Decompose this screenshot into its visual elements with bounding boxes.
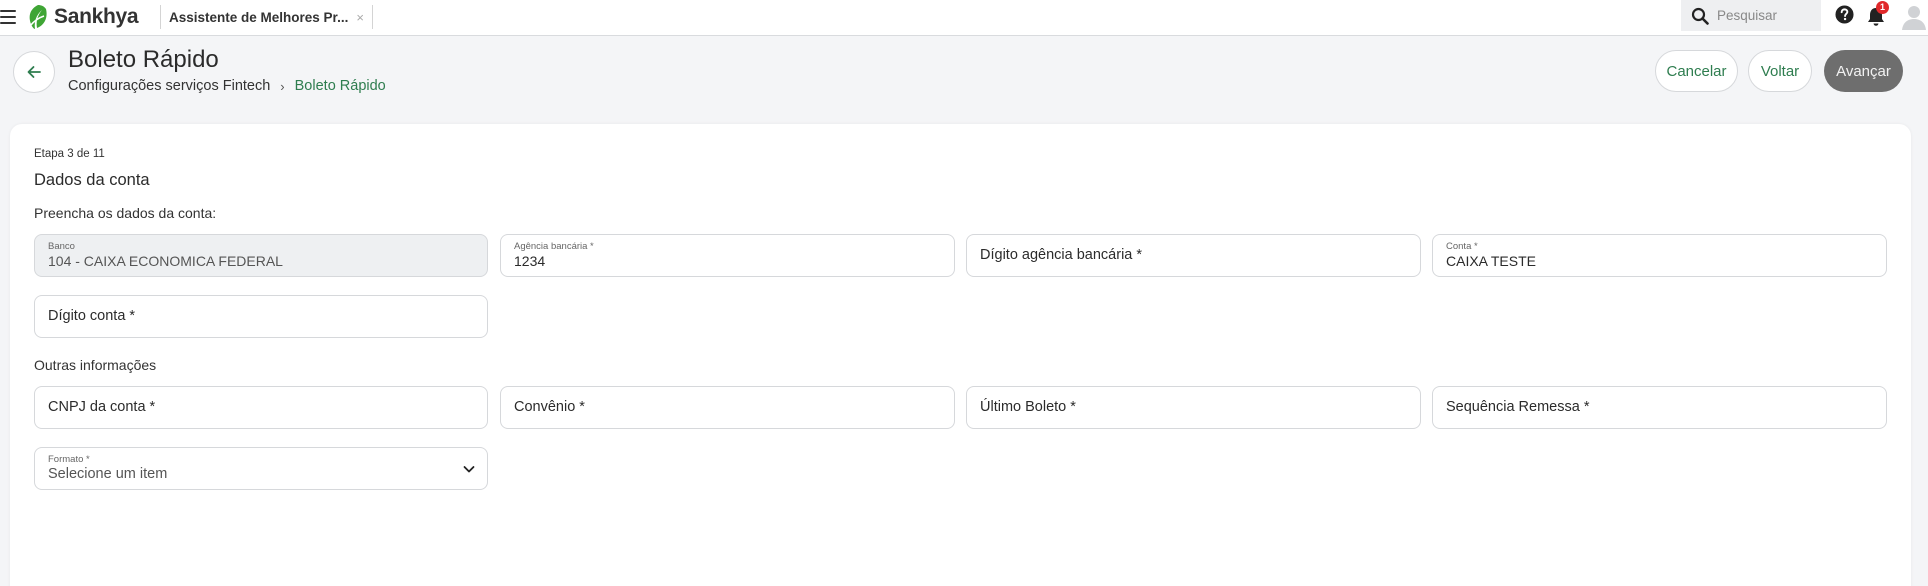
close-icon[interactable]: ×: [356, 10, 364, 25]
app-tab-label: Assistente de Melhores Pr...: [169, 9, 349, 25]
last-boleto-field[interactable]: Último Boleto *: [966, 386, 1421, 429]
search-input[interactable]: [1717, 8, 1807, 23]
sankhya-leaf-icon: [29, 5, 47, 29]
agency-digit-field[interactable]: Dígito agência bancária *: [966, 234, 1421, 277]
tab-divider: [372, 5, 373, 29]
chevron-right-icon: ›: [280, 78, 285, 94]
search-box[interactable]: [1681, 0, 1821, 31]
cnpj-field[interactable]: CNPJ da conta *: [34, 386, 488, 429]
top-bar: Sankhya Assistente de Melhores Pr... × 1: [0, 0, 1928, 36]
back-arrow-button[interactable]: [13, 51, 55, 93]
avatar[interactable]: [1900, 2, 1928, 30]
agency-digit-placeholder: Dígito agência bancária *: [980, 247, 1143, 263]
account-value[interactable]: CAIXA TESTE: [1446, 253, 1536, 269]
menu-icon[interactable]: [0, 9, 16, 25]
bank-label: Banco: [48, 241, 75, 252]
convenio-placeholder: Convênio *: [514, 399, 585, 415]
form-card: [10, 124, 1911, 586]
cnpj-placeholder: CNPJ da conta *: [48, 399, 156, 415]
cancel-button[interactable]: Cancelar: [1655, 50, 1738, 92]
format-value: Selecione um item: [48, 466, 168, 482]
notification-badge: 1: [1876, 1, 1889, 14]
breadcrumb-item-current[interactable]: Boleto Rápido: [295, 78, 386, 94]
page-title: Boleto Rápido: [68, 46, 219, 73]
account-digit-placeholder: Dígito conta *: [48, 308, 136, 324]
sankhya-logo[interactable]: Sankhya: [26, 2, 139, 32]
logo-text: Sankhya: [54, 5, 139, 28]
step-indicator: Etapa 3 de 11: [34, 148, 105, 160]
other-info-heading: Outras informações: [34, 357, 157, 373]
agency-label: Agência bancária *: [514, 241, 594, 252]
section-title: Dados da conta: [34, 171, 150, 189]
agency-value[interactable]: 1234: [514, 253, 545, 269]
back-button[interactable]: Voltar: [1748, 50, 1812, 92]
help-icon[interactable]: [1835, 5, 1854, 24]
tab-divider: [160, 5, 161, 29]
bank-field: Banco 104 - CAIXA ECONOMICA FEDERAL: [34, 234, 488, 277]
notifications-button[interactable]: 1: [1866, 1, 1889, 27]
remittance-sequence-field[interactable]: Sequência Remessa *: [1432, 386, 1887, 429]
bank-value: 104 - CAIXA ECONOMICA FEDERAL: [48, 253, 283, 269]
account-field[interactable]: Conta * CAIXA TESTE: [1432, 234, 1887, 277]
last-boleto-placeholder: Último Boleto *: [980, 399, 1076, 415]
section-subtitle: Preencha os dados da conta:: [34, 205, 217, 221]
chevron-down-icon[interactable]: [461, 461, 477, 477]
arrow-left-icon: [27, 66, 41, 78]
format-select[interactable]: Formato * Selecione um item: [34, 447, 488, 490]
breadcrumb-item[interactable]: Configurações serviços Fintech: [68, 78, 270, 94]
app-tab[interactable]: Assistente de Melhores Pr... ×: [169, 6, 364, 28]
next-button[interactable]: Avançar: [1824, 50, 1903, 92]
agency-field[interactable]: Agência bancária * 1234: [500, 234, 955, 277]
account-label: Conta *: [1446, 241, 1478, 252]
format-label: Formato *: [48, 454, 90, 465]
remittance-sequence-placeholder: Sequência Remessa *: [1446, 399, 1590, 415]
convenio-field[interactable]: Convênio *: [500, 386, 955, 429]
search-icon: [1691, 7, 1709, 25]
account-digit-field[interactable]: Dígito conta *: [34, 295, 488, 338]
user-icon: [1902, 6, 1926, 30]
breadcrumb: Configurações serviços Fintech › Boleto …: [68, 78, 386, 94]
